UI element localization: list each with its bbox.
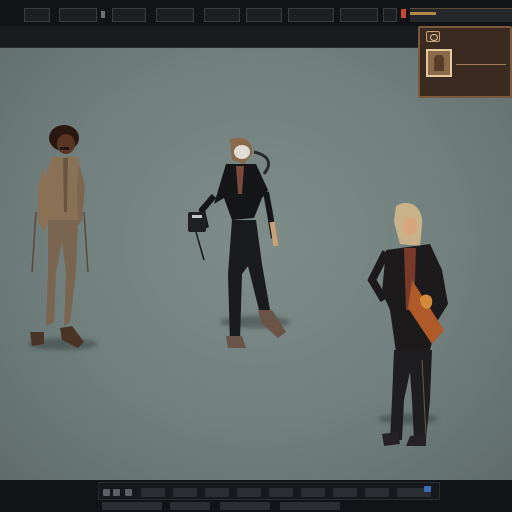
top-tab-bar: [0, 0, 512, 26]
bottom-status-bar: [0, 480, 512, 512]
tab-2[interactable]: [59, 8, 97, 22]
bottom-row-item[interactable]: [220, 502, 270, 510]
viewport-3d[interactable]: [0, 48, 512, 480]
bottom-item[interactable]: [333, 488, 357, 497]
bottom-item[interactable]: [141, 488, 165, 497]
character-thumbnail[interactable]: [426, 49, 452, 77]
bottom-item[interactable]: [237, 488, 261, 497]
bottom-item[interactable]: [205, 488, 229, 497]
bottom-row-item[interactable]: [102, 502, 162, 510]
character-right[interactable]: [360, 200, 456, 446]
timeline-progress: [410, 12, 436, 15]
bottom-item[interactable]: [365, 488, 389, 497]
bottom-toolbar: [98, 482, 440, 500]
timeline-track[interactable]: [410, 8, 512, 22]
tab-3[interactable]: [112, 8, 146, 22]
record-marker-icon[interactable]: [401, 9, 406, 18]
character-left[interactable]: [22, 122, 94, 354]
character-inspector-panel[interactable]: [418, 26, 512, 98]
tab-1[interactable]: [24, 8, 50, 22]
tab-8[interactable]: [340, 8, 378, 22]
status-indicator-icon[interactable]: [424, 486, 431, 492]
tab-6[interactable]: [246, 8, 282, 22]
divider: [456, 64, 506, 65]
tab-9[interactable]: [383, 8, 397, 22]
bottom-item[interactable]: [173, 488, 197, 497]
camera-icon[interactable]: [426, 31, 440, 42]
tab-5[interactable]: [204, 8, 240, 22]
tab-separator-icon: [101, 11, 105, 18]
stop-icon[interactable]: [125, 489, 132, 496]
character-center[interactable]: [184, 134, 288, 348]
tab-7[interactable]: [288, 8, 334, 22]
bottom-item[interactable]: [269, 488, 293, 497]
bottom-item[interactable]: [301, 488, 325, 497]
tab-4[interactable]: [156, 8, 194, 22]
play-icon[interactable]: [103, 489, 110, 496]
bottom-row-item[interactable]: [170, 502, 210, 510]
bottom-row-item[interactable]: [280, 502, 340, 510]
pause-icon[interactable]: [113, 489, 120, 496]
